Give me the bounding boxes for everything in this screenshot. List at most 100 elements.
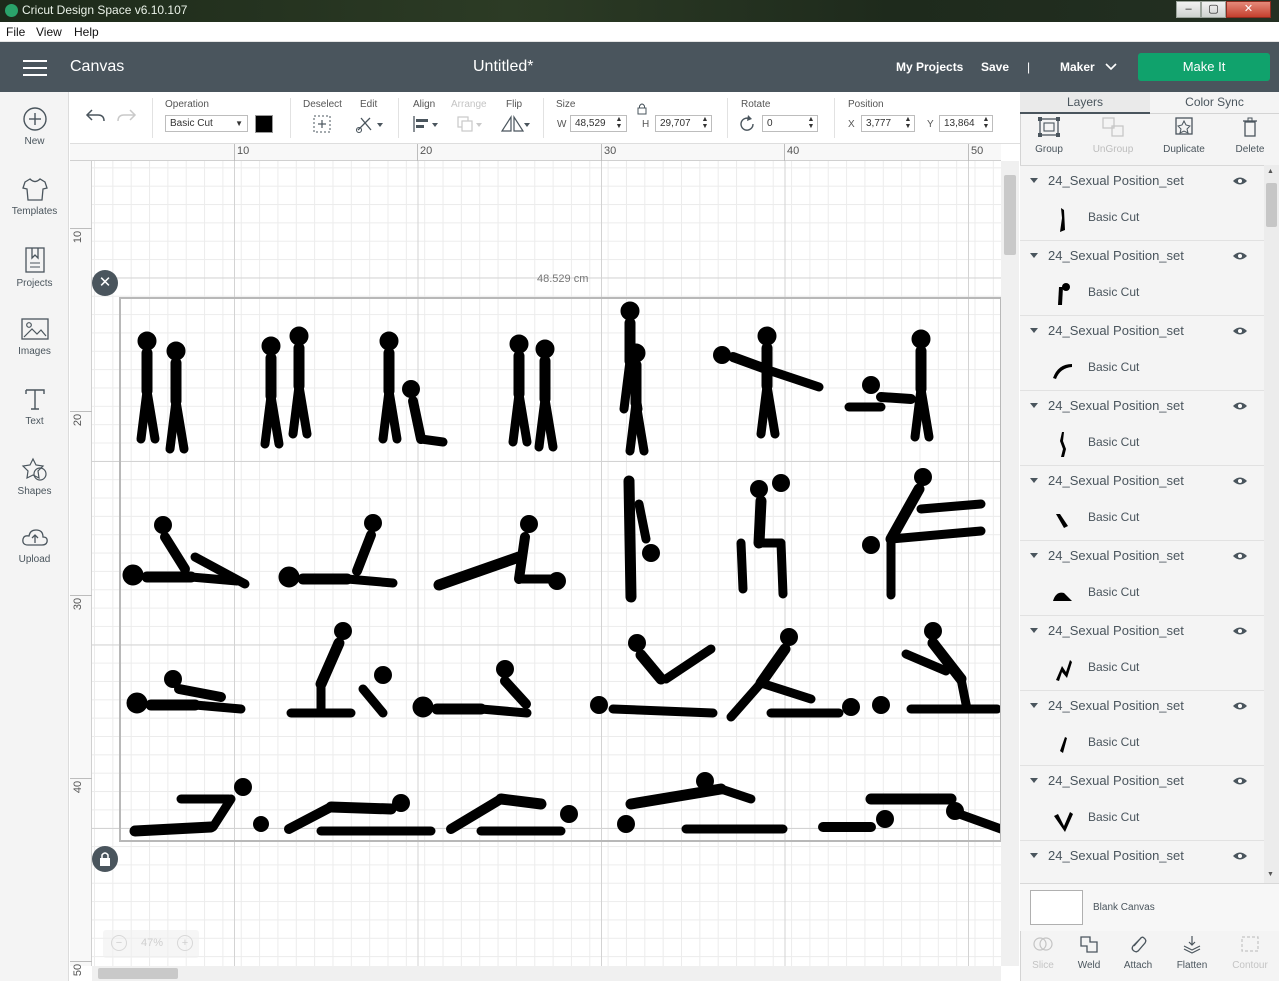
x-stepper-icon[interactable]: ▲ ▼	[904, 116, 912, 131]
sidebar-item-new[interactable]: New	[0, 106, 69, 170]
expand-arrow-icon[interactable]	[1030, 178, 1038, 183]
group-button[interactable]: Group	[1019, 116, 1079, 162]
layer-group[interactable]: 24_Sexual Position_set Basic Cut	[1020, 166, 1264, 241]
zoom-in-button[interactable]: +	[177, 935, 193, 951]
figure-group	[129, 778, 269, 837]
hamburger-menu-icon[interactable]	[23, 60, 47, 76]
tab-color-sync[interactable]: Color Sync	[1150, 92, 1279, 114]
expand-arrow-icon[interactable]	[1030, 478, 1038, 483]
blank-canvas-swatch[interactable]	[1030, 890, 1083, 925]
expand-arrow-icon[interactable]	[1030, 703, 1038, 708]
scroll-up-icon[interactable]: ▲	[1267, 168, 1274, 175]
delete-handle-icon[interactable]: ✕	[92, 270, 118, 296]
layer-item[interactable]: Basic Cut	[1020, 802, 1264, 840]
layer-group[interactable]: 24_Sexual Position_set Basic Cut	[1020, 616, 1264, 691]
maximize-icon[interactable]: ▢	[1201, 1, 1226, 18]
delete-button[interactable]: Delete	[1220, 116, 1279, 162]
eye-icon[interactable]	[1232, 851, 1248, 861]
rotate-stepper-icon[interactable]: ▲ ▼	[807, 116, 815, 131]
eye-icon[interactable]	[1232, 401, 1248, 411]
eye-icon[interactable]	[1232, 326, 1248, 336]
layer-group[interactable]: 24_Sexual Position_set Basic Cut	[1020, 691, 1264, 766]
y-stepper-icon[interactable]: ▲ ▼	[982, 116, 990, 131]
eye-icon[interactable]	[1232, 476, 1248, 486]
layer-item[interactable]: Basic Cut	[1020, 502, 1264, 540]
weld-button[interactable]: Weld	[1064, 934, 1114, 978]
layers-scroll-thumb[interactable]	[1266, 183, 1277, 227]
canvas-horizontal-scroll-thumb[interactable]	[98, 968, 178, 979]
slice-button[interactable]: Slice	[1018, 934, 1068, 978]
expand-arrow-icon[interactable]	[1030, 628, 1038, 633]
sidebar-item-text[interactable]: Text	[0, 386, 69, 450]
canvas-horizontal-scrollbar[interactable]	[92, 966, 1001, 981]
eye-icon[interactable]	[1232, 176, 1248, 186]
flip-icon[interactable]	[499, 114, 531, 134]
width-stepper-icon[interactable]: ▲ ▼	[615, 116, 623, 131]
undo-icon[interactable]	[84, 106, 106, 124]
document-title[interactable]: Untitled*	[473, 58, 533, 76]
selection-bounding-box[interactable]	[119, 297, 1002, 842]
duplicate-button[interactable]: Duplicate	[1154, 116, 1214, 162]
expand-arrow-icon[interactable]	[1030, 778, 1038, 783]
eye-icon[interactable]	[1232, 551, 1248, 561]
lock-aspect-icon[interactable]	[636, 102, 648, 116]
canvas-vertical-scrollbar[interactable]	[1001, 161, 1019, 966]
attach-button[interactable]: Attach	[1113, 934, 1163, 978]
expand-arrow-icon[interactable]	[1030, 403, 1038, 408]
contour-button[interactable]: Contour	[1225, 934, 1275, 978]
zoom-out-button[interactable]: −	[111, 935, 127, 951]
expand-arrow-icon[interactable]	[1030, 253, 1038, 258]
expand-arrow-icon[interactable]	[1030, 853, 1038, 858]
height-stepper-icon[interactable]: ▲ ▼	[701, 116, 709, 131]
layer-group[interactable]: 24_Sexual Position_set Basic Cut	[1020, 766, 1264, 841]
layer-group[interactable]: 24_Sexual Position_set Basic Cut	[1020, 391, 1264, 466]
expand-arrow-icon[interactable]	[1030, 328, 1038, 333]
menu-file[interactable]: File	[6, 25, 25, 39]
edit-scissors-icon[interactable]	[355, 114, 385, 134]
eye-icon[interactable]	[1232, 776, 1248, 786]
layers-scrollbar[interactable]: ▲ ▼	[1264, 165, 1279, 883]
layer-item[interactable]: Basic Cut	[1020, 427, 1264, 465]
layer-item[interactable]: Basic Cut	[1020, 277, 1264, 315]
expand-arrow-icon[interactable]	[1030, 553, 1038, 558]
layer-group[interactable]: 24_Sexual Position_set Basic Cut	[1020, 241, 1264, 316]
sidebar-item-upload[interactable]: Upload	[0, 526, 69, 590]
layer-group[interactable]: 24_Sexual Position_set Basic Cut	[1020, 316, 1264, 391]
sidebar-item-images[interactable]: Images	[0, 316, 69, 380]
make-it-button[interactable]: Make It	[1138, 53, 1270, 81]
eye-icon[interactable]	[1232, 626, 1248, 636]
sidebar-item-projects[interactable]: Projects	[0, 246, 69, 310]
deselect-icon[interactable]	[312, 114, 332, 134]
save-link[interactable]: Save	[981, 60, 1009, 74]
eye-icon[interactable]	[1232, 701, 1248, 711]
sidebar-item-templates[interactable]: Templates	[0, 176, 69, 240]
sidebar-item-shapes[interactable]: Shapes	[0, 456, 69, 520]
layer-item[interactable]: Basic Cut	[1020, 202, 1264, 240]
color-swatch[interactable]	[255, 115, 273, 133]
canvas-vertical-scroll-thumb[interactable]	[1004, 175, 1016, 255]
layer-item[interactable]: Basic Cut	[1020, 352, 1264, 390]
scroll-down-icon[interactable]: ▼	[1267, 871, 1274, 878]
layer-item[interactable]: Basic Cut	[1020, 727, 1264, 765]
menu-view[interactable]: View	[36, 25, 62, 39]
my-projects-link[interactable]: My Projects	[896, 60, 963, 74]
machine-select[interactable]: Maker	[1060, 60, 1095, 74]
redo-icon[interactable]	[116, 106, 138, 124]
chevron-down-icon[interactable]	[1104, 62, 1118, 72]
layer-item[interactable]: Basic Cut	[1020, 652, 1264, 690]
layer-group[interactable]: 24_Sexual Position_set Basic Cut	[1020, 541, 1264, 616]
eye-icon[interactable]	[1232, 251, 1248, 261]
arrange-icon[interactable]	[455, 114, 485, 134]
flatten-button[interactable]: Flatten	[1167, 934, 1217, 978]
operation-select[interactable]: Basic Cut ▼	[165, 115, 248, 132]
minimize-icon[interactable]: –	[1176, 1, 1201, 18]
align-icon[interactable]	[411, 114, 441, 134]
layer-item[interactable]: Basic Cut	[1020, 577, 1264, 615]
layer-group[interactable]: 24_Sexual Position_set Basic Cut	[1020, 466, 1264, 541]
close-window-icon[interactable]: ✕	[1226, 1, 1271, 18]
lock-handle-icon[interactable]	[92, 846, 118, 872]
layer-group[interactable]: 24_Sexual Position_set	[1020, 841, 1264, 883]
tab-layers[interactable]: Layers	[1020, 92, 1150, 114]
ungroup-button[interactable]: UnGroup	[1083, 116, 1143, 162]
menu-help[interactable]: Help	[74, 25, 99, 39]
